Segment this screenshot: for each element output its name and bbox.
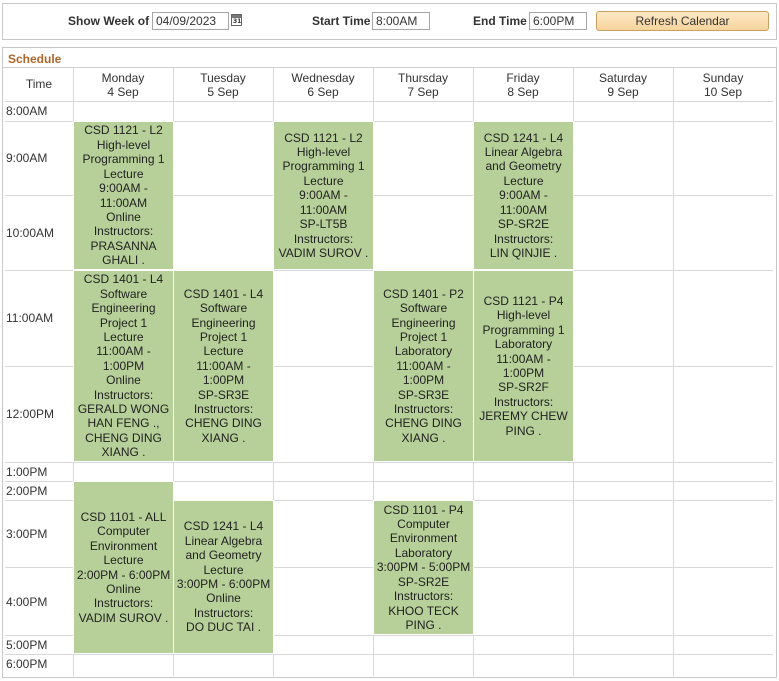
time-label: 2:00PM [6,484,48,498]
time-label: 5:00PM [6,638,48,652]
time-label: 10:00AM [6,226,55,240]
day-header-saturday: Saturday 9 Sep [598,71,648,99]
time-label: 3:00PM [6,527,48,541]
time-label: 8:00AM [6,104,48,118]
time-column-header: Time [25,77,53,91]
day-header-thursday: Thursday 7 Sep [397,71,449,99]
day-header-monday: Monday 4 Sep [101,71,145,99]
time-label: 11:00AM [6,311,54,325]
class-event[interactable]: CSD 1241 - L4 Linear Algebra and Geometr… [173,500,274,654]
class-event[interactable]: CSD 1101 - ALL Computer Environment Lect… [73,481,174,654]
show-week-label: Show Week of [68,14,150,28]
day-header-sunday: Sunday 10 Sep [702,71,744,99]
class-event[interactable]: CSD 1401 - P2 Software Engineering Proje… [373,270,474,462]
day-header-friday: Friday 8 Sep [506,71,540,99]
class-event[interactable]: CSD 1121 - P4 High-level Programming 1 L… [473,270,574,462]
grid-line [5,654,773,655]
class-event[interactable]: CSD 1121 - L2 High-level Programming 1 L… [273,121,374,270]
start-time-input[interactable]: 8:00AM [372,12,430,30]
class-event[interactable]: CSD 1121 - L2 High-level Programming 1 L… [73,121,174,270]
class-event[interactable]: CSD 1401 - L4 Software Engineering Proje… [173,270,274,462]
start-time-label: Start Time [312,14,371,28]
grid-line [5,462,773,463]
class-event[interactable]: CSD 1401 - L4 Software Engineering Proje… [73,270,174,462]
show-week-date-input[interactable]: 04/09/2023 [152,12,229,30]
calendar-icon[interactable]: 31 [231,14,242,26]
day-header-tuesday: Tuesday 5 Sep [200,71,246,99]
refresh-calendar-button[interactable]: Refresh Calendar [596,11,769,31]
class-event[interactable]: CSD 1101 - P4 Computer Environment Labor… [373,500,474,635]
time-label: 12:00PM [6,407,55,421]
calendar-toolbar: Show Week of 04/09/2023 31 Start Time 8:… [2,3,777,40]
schedule-title: Schedule [8,52,62,66]
grid-line [5,101,773,102]
time-label: 1:00PM [6,465,48,479]
class-event[interactable]: CSD 1241 - L4 Linear Algebra and Geometr… [473,121,574,270]
time-label: 6:00PM [6,657,48,671]
time-label: 4:00PM [6,595,48,609]
day-header-wednesday: Wednesday 6 Sep [291,71,355,99]
end-time-label: End Time [473,14,527,28]
time-label: 9:00AM [6,151,48,165]
grid-line [673,68,674,676]
end-time-input[interactable]: 6:00PM [529,12,587,30]
